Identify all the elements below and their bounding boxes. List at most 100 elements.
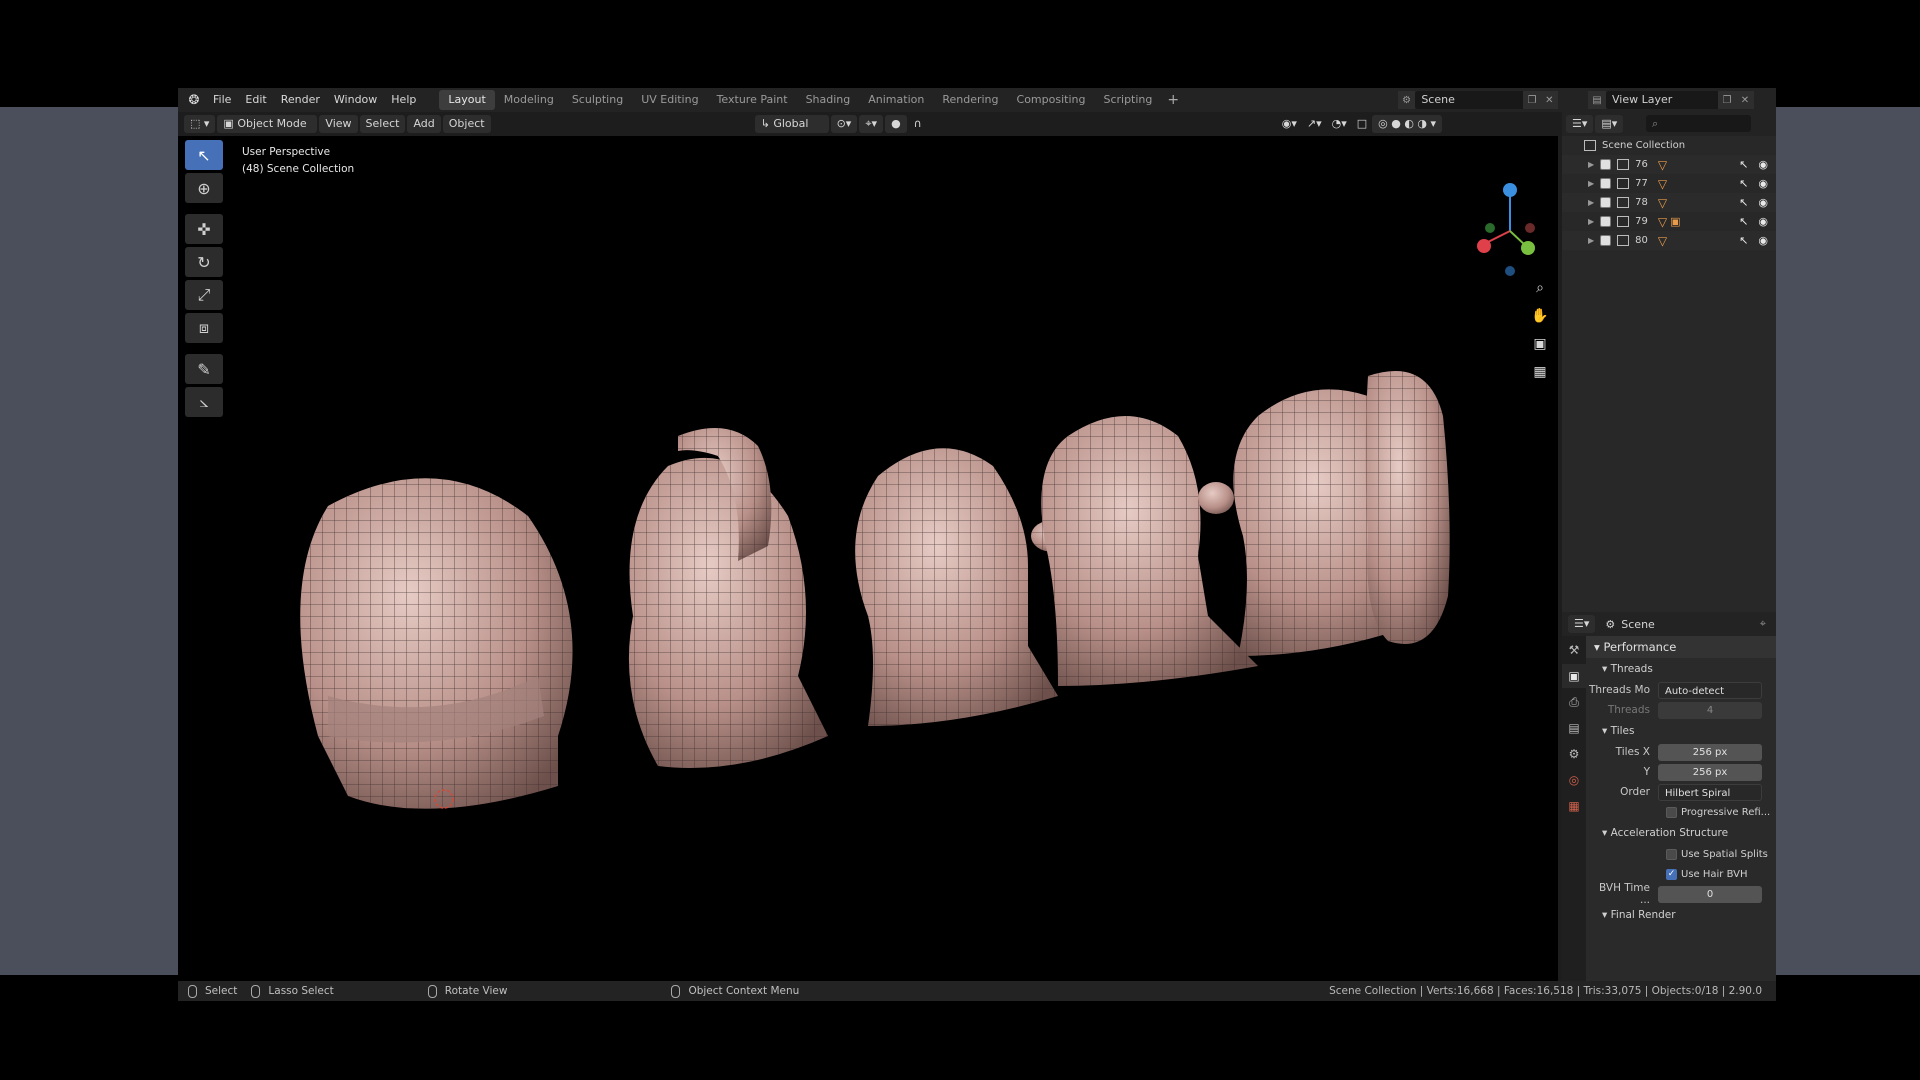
threads-subpanel-header[interactable]: ▾ Threads: [1586, 658, 1776, 680]
spatial-splits-checkbox[interactable]: [1666, 848, 1677, 860]
view-layer-tab-icon[interactable]: ▤: [1562, 716, 1586, 740]
3d-viewport[interactable]: User Perspective (48) Scene Collection ↖…: [178, 136, 1558, 981]
tab-uv-editing[interactable]: UV Editing: [632, 90, 707, 110]
ortho-grid-icon[interactable]: ▦: [1528, 360, 1552, 384]
mode-selector[interactable]: ▣ Object Mode: [217, 115, 318, 133]
properties-editor-type-icon[interactable]: ☰▾: [1568, 615, 1596, 633]
z-axis-icon[interactable]: [1503, 183, 1517, 197]
menu-help[interactable]: Help: [384, 88, 423, 112]
tiles-y-field[interactable]: 256 px: [1658, 763, 1762, 781]
new-view-layer-icon[interactable]: ❐: [1718, 91, 1736, 109]
eye-icon[interactable]: ◉: [1758, 234, 1768, 247]
pin-icon[interactable]: ⌖: [1760, 617, 1766, 631]
eye-icon[interactable]: ◉: [1758, 158, 1768, 171]
performance-panel-header[interactable]: ▾ Performance: [1586, 636, 1776, 658]
head-mesh-5[interactable]: [1233, 371, 1450, 656]
transform-orientation-selector[interactable]: ↳ Global: [754, 115, 829, 133]
cursor-icon[interactable]: ⊕: [185, 173, 223, 203]
display-mode-icon[interactable]: ▤▾: [1595, 115, 1624, 133]
outliner-row-77[interactable]: ▶ 77 ▽ ↖ ◉: [1562, 174, 1776, 193]
select-box-icon[interactable]: ↖: [185, 140, 223, 170]
pan-hand-icon[interactable]: ✋: [1528, 304, 1552, 328]
tab-scripting[interactable]: Scripting: [1094, 90, 1161, 110]
view-layer-icon[interactable]: ▤: [1588, 91, 1606, 109]
eye-icon[interactable]: ◉: [1758, 177, 1768, 190]
output-tab-icon[interactable]: ⎙: [1562, 690, 1586, 714]
eye-icon[interactable]: ◉: [1758, 196, 1768, 209]
y-axis-icon[interactable]: [1521, 241, 1535, 255]
zoom-icon[interactable]: ⌕: [1528, 276, 1552, 300]
head-mesh-4[interactable]: [1041, 416, 1258, 686]
tiles-subpanel-header[interactable]: ▾ Tiles: [1586, 720, 1776, 742]
eye-icon[interactable]: ◉: [1758, 215, 1768, 228]
menu-render[interactable]: Render: [274, 88, 327, 112]
measure-icon[interactable]: ⦣: [185, 387, 223, 417]
delete-view-layer-icon[interactable]: ✕: [1736, 91, 1754, 109]
scene-collection-row[interactable]: Scene Collection: [1562, 136, 1776, 155]
x-axis-icon[interactable]: [1477, 239, 1491, 253]
add-workspace-button[interactable]: +: [1161, 92, 1185, 108]
outliner-row-76[interactable]: ▶ 76 ▽ ↖ ◉: [1562, 155, 1776, 174]
visibility-icon[interactable]: ◉▾: [1277, 115, 1302, 133]
menu-file[interactable]: File: [206, 88, 238, 112]
tab-rendering[interactable]: Rendering: [933, 90, 1007, 110]
mesh-icon[interactable]: ▽: [1658, 177, 1667, 191]
pivot-point-icon[interactable]: ⊙▾: [830, 115, 858, 133]
blender-logo-icon[interactable]: ❂: [182, 88, 206, 112]
transform-icon[interactable]: ⧈: [185, 313, 223, 343]
world-tab-icon[interactable]: ◎: [1562, 768, 1586, 792]
outliner-search-icon[interactable]: ⌕: [1646, 115, 1751, 132]
bvh-time-field[interactable]: 0: [1658, 885, 1762, 903]
select-arrow-icon[interactable]: ↖: [1739, 158, 1748, 171]
exclude-checkbox[interactable]: [1600, 159, 1612, 170]
select-arrow-icon[interactable]: ↖: [1739, 234, 1748, 247]
scene-icon[interactable]: ⚙: [1398, 91, 1416, 109]
expand-icon[interactable]: ▶: [1588, 217, 1594, 226]
annotate-icon[interactable]: ✎: [185, 354, 223, 384]
mesh-icon[interactable]: ▽: [1658, 196, 1667, 210]
rotate-icon[interactable]: ↻: [185, 247, 223, 277]
menu-object[interactable]: Object: [442, 115, 491, 133]
expand-icon[interactable]: ▶: [1588, 236, 1594, 245]
overlay-icon[interactable]: ◔▾: [1327, 115, 1352, 133]
proportional-editing-icon[interactable]: ●: [885, 115, 907, 133]
menu-add[interactable]: Add: [407, 115, 441, 133]
tab-modeling[interactable]: Modeling: [495, 90, 563, 110]
exclude-checkbox[interactable]: [1600, 216, 1612, 227]
tab-sculpting[interactable]: Sculpting: [563, 90, 632, 110]
mesh-icon[interactable]: ▽: [1658, 158, 1667, 172]
snap-icon[interactable]: ⌖▾: [859, 115, 884, 133]
tab-animation[interactable]: Animation: [859, 90, 933, 110]
menu-select[interactable]: Select: [359, 115, 406, 133]
progressive-refine-row[interactable]: Progressive Refi...: [1586, 802, 1776, 822]
progressive-refine-checkbox[interactable]: [1666, 806, 1677, 818]
head-mesh-2[interactable]: [628, 428, 828, 768]
outliner-row-80[interactable]: ▶ 80 ▽ ↖ ◉: [1562, 231, 1776, 250]
expand-icon[interactable]: ▶: [1588, 160, 1594, 169]
expand-icon[interactable]: ▶: [1588, 179, 1594, 188]
tab-texture-paint[interactable]: Texture Paint: [708, 90, 797, 110]
outliner-row-79[interactable]: ▶ 79 ▽ ▣ ↖ ◉: [1562, 212, 1776, 231]
view-layer-name-input[interactable]: View Layer: [1606, 91, 1718, 109]
threads-mode-select[interactable]: Auto-detect: [1658, 681, 1762, 699]
outliner-row-78[interactable]: ▶ 78 ▽ ↖ ◉: [1562, 193, 1776, 212]
xray-icon[interactable]: □: [1352, 115, 1372, 133]
texture-tab-icon[interactable]: ▦: [1562, 794, 1586, 818]
outliner-editor-type-icon[interactable]: ☰▾: [1566, 115, 1594, 133]
menu-window[interactable]: Window: [327, 88, 384, 112]
move-icon[interactable]: ✜: [185, 214, 223, 244]
menu-edit[interactable]: Edit: [238, 88, 273, 112]
select-arrow-icon[interactable]: ↖: [1739, 215, 1748, 228]
hair-bvh-row[interactable]: ✓ Use Hair BVH: [1586, 864, 1776, 884]
acceleration-subpanel-header[interactable]: ▾ Acceleration Structure: [1586, 822, 1776, 844]
tab-compositing[interactable]: Compositing: [1008, 90, 1095, 110]
select-arrow-icon[interactable]: ↖: [1739, 196, 1748, 209]
falloff-icon[interactable]: ∩: [909, 115, 927, 133]
expand-icon[interactable]: ▶: [1588, 198, 1594, 207]
scene-tab-icon[interactable]: ⚙: [1562, 742, 1586, 766]
new-scene-icon[interactable]: ❐: [1523, 91, 1541, 109]
final-render-subpanel-header[interactable]: ▾ Final Render: [1586, 904, 1776, 926]
exclude-checkbox[interactable]: [1600, 197, 1612, 208]
exclude-checkbox[interactable]: [1600, 178, 1612, 189]
tiles-x-field[interactable]: 256 px: [1658, 743, 1762, 761]
